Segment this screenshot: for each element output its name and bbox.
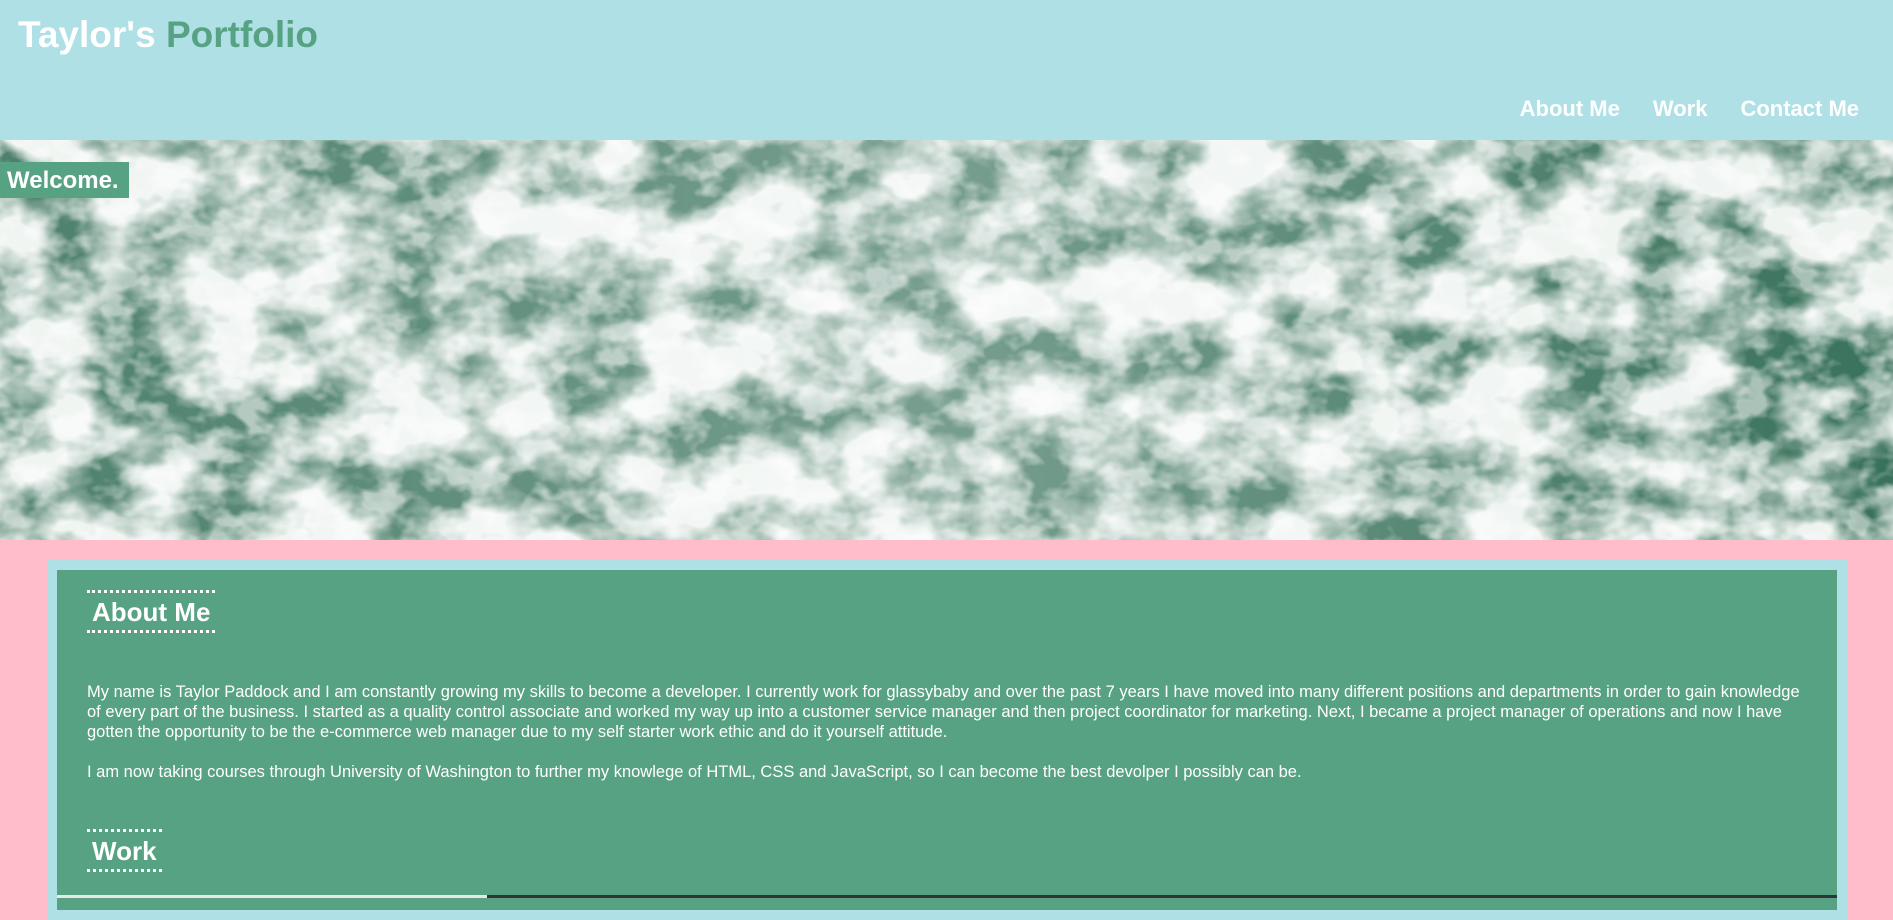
hero-banner: Welcome. xyxy=(0,140,1893,540)
nav-about-me-link[interactable]: About Me xyxy=(1520,96,1620,122)
about-paragraph-2: I am now taking courses through Universi… xyxy=(87,763,1302,781)
main-nav: About Me Work Contact Me xyxy=(1520,96,1859,122)
ocean-foam-image xyxy=(0,140,1893,540)
main-content: About Me My name is Taylor Paddock and I… xyxy=(57,570,1837,910)
site-header: Taylor's Portfolio About Me Work Contact… xyxy=(0,0,1893,140)
about-paragraph-1: My name is Taylor Paddock and I am const… xyxy=(87,683,1800,741)
about-me-heading: About Me xyxy=(87,590,216,633)
nav-work-link[interactable]: Work xyxy=(1653,96,1708,122)
site-title: Taylor's Portfolio xyxy=(18,14,318,56)
site-title-main: Taylor's xyxy=(18,14,156,55)
welcome-label: Welcome. xyxy=(0,162,129,198)
site-title-accent: Portfolio xyxy=(165,14,319,55)
nav-contact-me-link[interactable]: Contact Me xyxy=(1740,96,1859,122)
work-heading: Work xyxy=(87,829,162,872)
